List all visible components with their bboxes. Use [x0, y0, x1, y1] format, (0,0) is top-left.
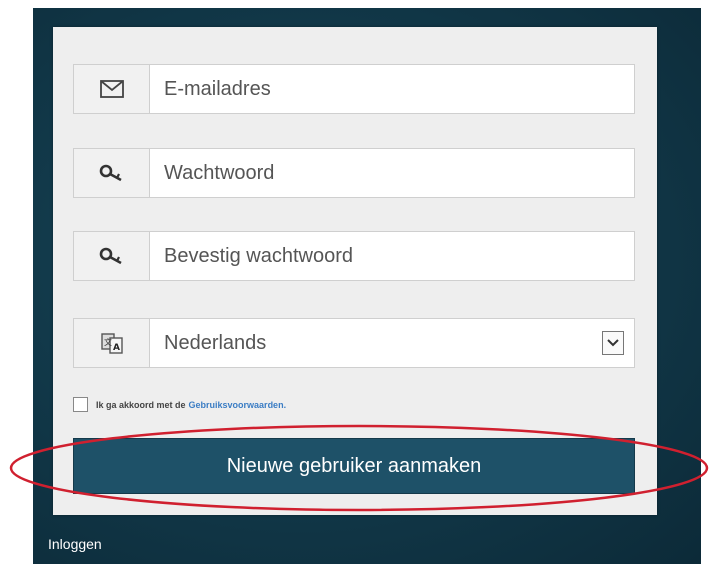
key-icon — [74, 232, 150, 280]
language-select[interactable]: 文 A Nederlands — [73, 318, 635, 368]
password-field-group — [73, 148, 635, 198]
language-value: Nederlands — [164, 331, 267, 354]
terms-checkbox[interactable] — [73, 397, 88, 412]
terms-text: Ik ga akkoord met de — [96, 399, 186, 410]
create-user-button[interactable]: Nieuwe gebruiker aanmaken — [73, 438, 635, 494]
password-input[interactable] — [150, 149, 634, 197]
terms-row: Ik ga akkoord met de Gebruiksvoorwaarden… — [73, 397, 286, 412]
terms-link[interactable]: Gebruiksvoorwaarden. — [189, 400, 287, 410]
translate-icon: 文 A — [74, 319, 150, 367]
confirm-password-input[interactable] — [150, 232, 634, 280]
svg-text:文: 文 — [104, 337, 112, 347]
key-icon — [74, 149, 150, 197]
confirm-password-field-group — [73, 231, 635, 281]
svg-text:A: A — [113, 343, 120, 353]
envelope-icon — [74, 65, 150, 113]
login-link[interactable]: Inloggen — [48, 536, 102, 552]
chevron-down-icon[interactable] — [602, 331, 624, 355]
email-field-group — [73, 64, 635, 114]
email-input[interactable] — [150, 65, 634, 113]
